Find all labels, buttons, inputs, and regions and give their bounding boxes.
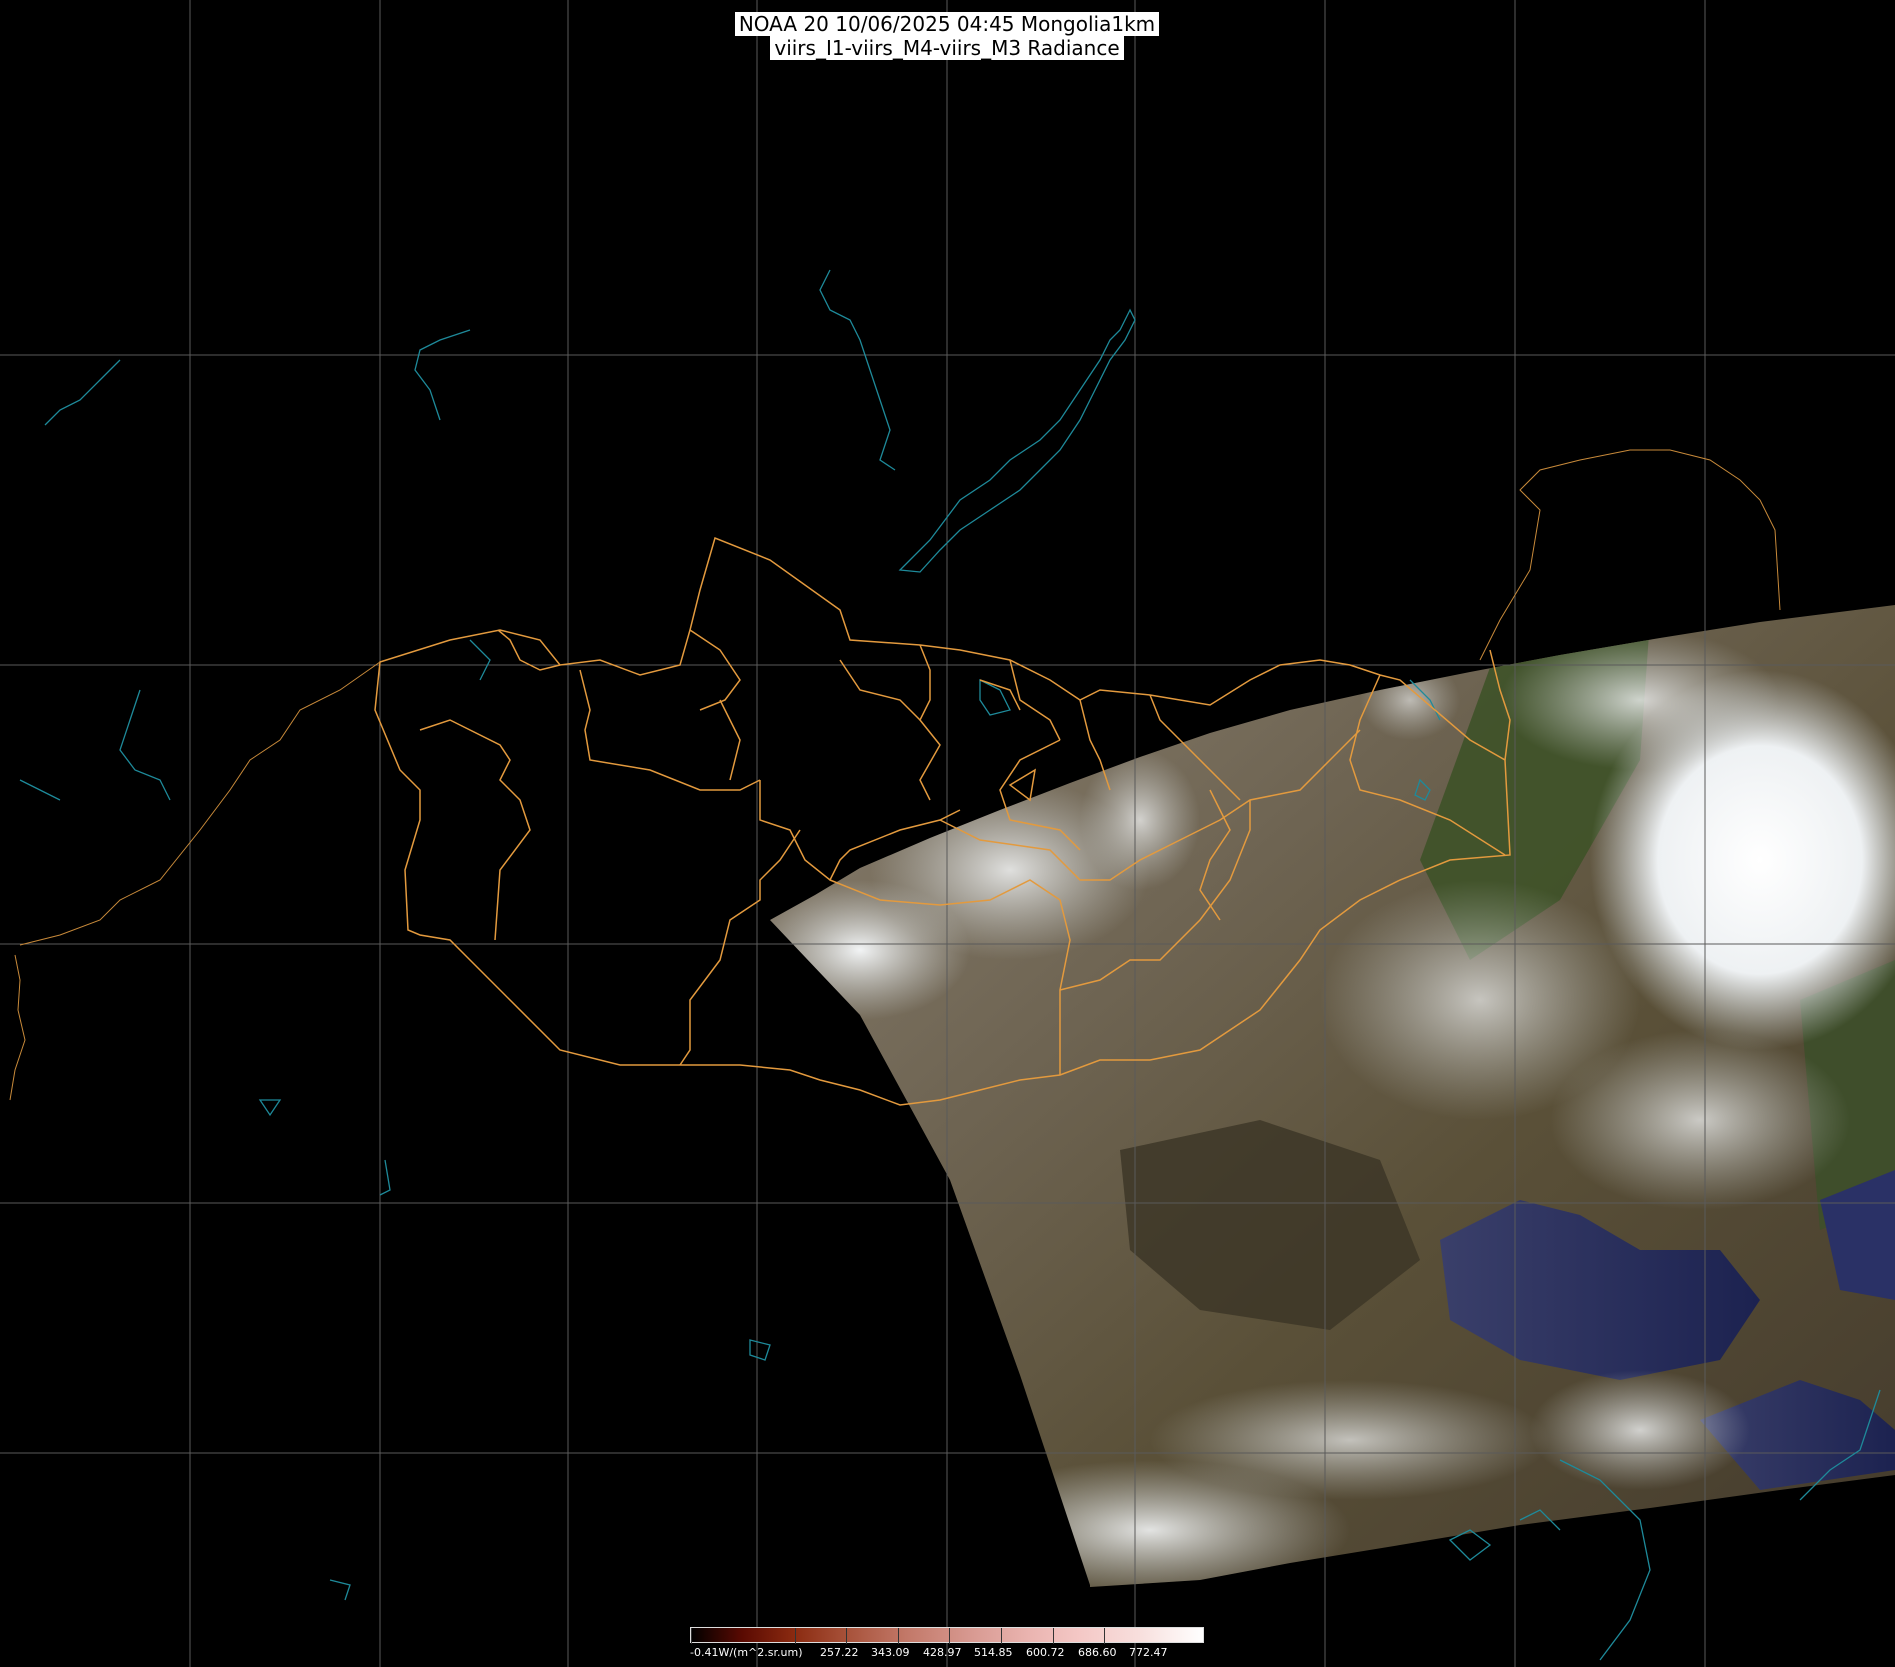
province-border [579, 669, 761, 791]
lake-baikal [898, 308, 1136, 573]
colorbar-tick [898, 1628, 899, 1644]
colorbar-label: 514.85 [974, 1646, 1013, 1659]
province-border [419, 719, 531, 941]
lake [379, 1159, 391, 1196]
kazakh-border-line [9, 954, 26, 1101]
province-border [679, 829, 801, 1066]
satellite-map [0, 0, 1895, 1667]
colorbar-label: 600.72 [1026, 1646, 1065, 1659]
title-line-2: viirs_I1-viirs_M4-viirs_M3 Radiance [770, 36, 1124, 60]
coast-segment [19, 779, 61, 801]
colorbar-tick [846, 1628, 847, 1644]
province-border [689, 629, 741, 711]
lake [258, 1099, 282, 1117]
colorbar-tick [1104, 1628, 1105, 1644]
colorbar-tick [795, 1628, 796, 1644]
lake [469, 639, 491, 681]
province-border [979, 679, 1021, 711]
colorbar-label: 257.22 [820, 1646, 859, 1659]
province-border [919, 644, 941, 801]
lake [329, 1579, 351, 1601]
satellite-swath [770, 605, 1895, 1587]
province-border [497, 629, 561, 671]
colorbar-label: -0.41W/(m^2.sr.um) [690, 1646, 803, 1659]
province-border [1008, 768, 1037, 802]
province-border [839, 659, 921, 721]
river [414, 329, 471, 421]
colorbar: -0.41W/(m^2.sr.um) 257.22 343.09 428.97 … [690, 1627, 1204, 1665]
colorbar-label: 343.09 [871, 1646, 910, 1659]
colorbar-label: 686.60 [1078, 1646, 1117, 1659]
title-line-1: NOAA 20 10/06/2025 04:45 Mongolia1km [734, 12, 1160, 36]
colorbar-tick [1053, 1628, 1054, 1644]
map-title: NOAA 20 10/06/2025 04:45 Mongolia1km vii… [717, 12, 1177, 60]
colorbar-tick [1001, 1628, 1002, 1644]
colorbar-ramp [690, 1627, 1204, 1644]
coast-segment [44, 359, 121, 426]
colorbar-tick [691, 1628, 692, 1644]
province-border [719, 699, 741, 781]
colorbar-labels: -0.41W/(m^2.sr.um) 257.22 343.09 428.97 … [690, 1646, 1204, 1662]
coast-segment [119, 689, 171, 801]
river [819, 269, 896, 471]
lake [749, 1339, 771, 1361]
colorbar-label: 428.97 [923, 1646, 962, 1659]
kazakh-border-line [19, 661, 381, 946]
colorbar-tick [949, 1628, 950, 1644]
colorbar-label: 772.47 [1129, 1646, 1168, 1659]
